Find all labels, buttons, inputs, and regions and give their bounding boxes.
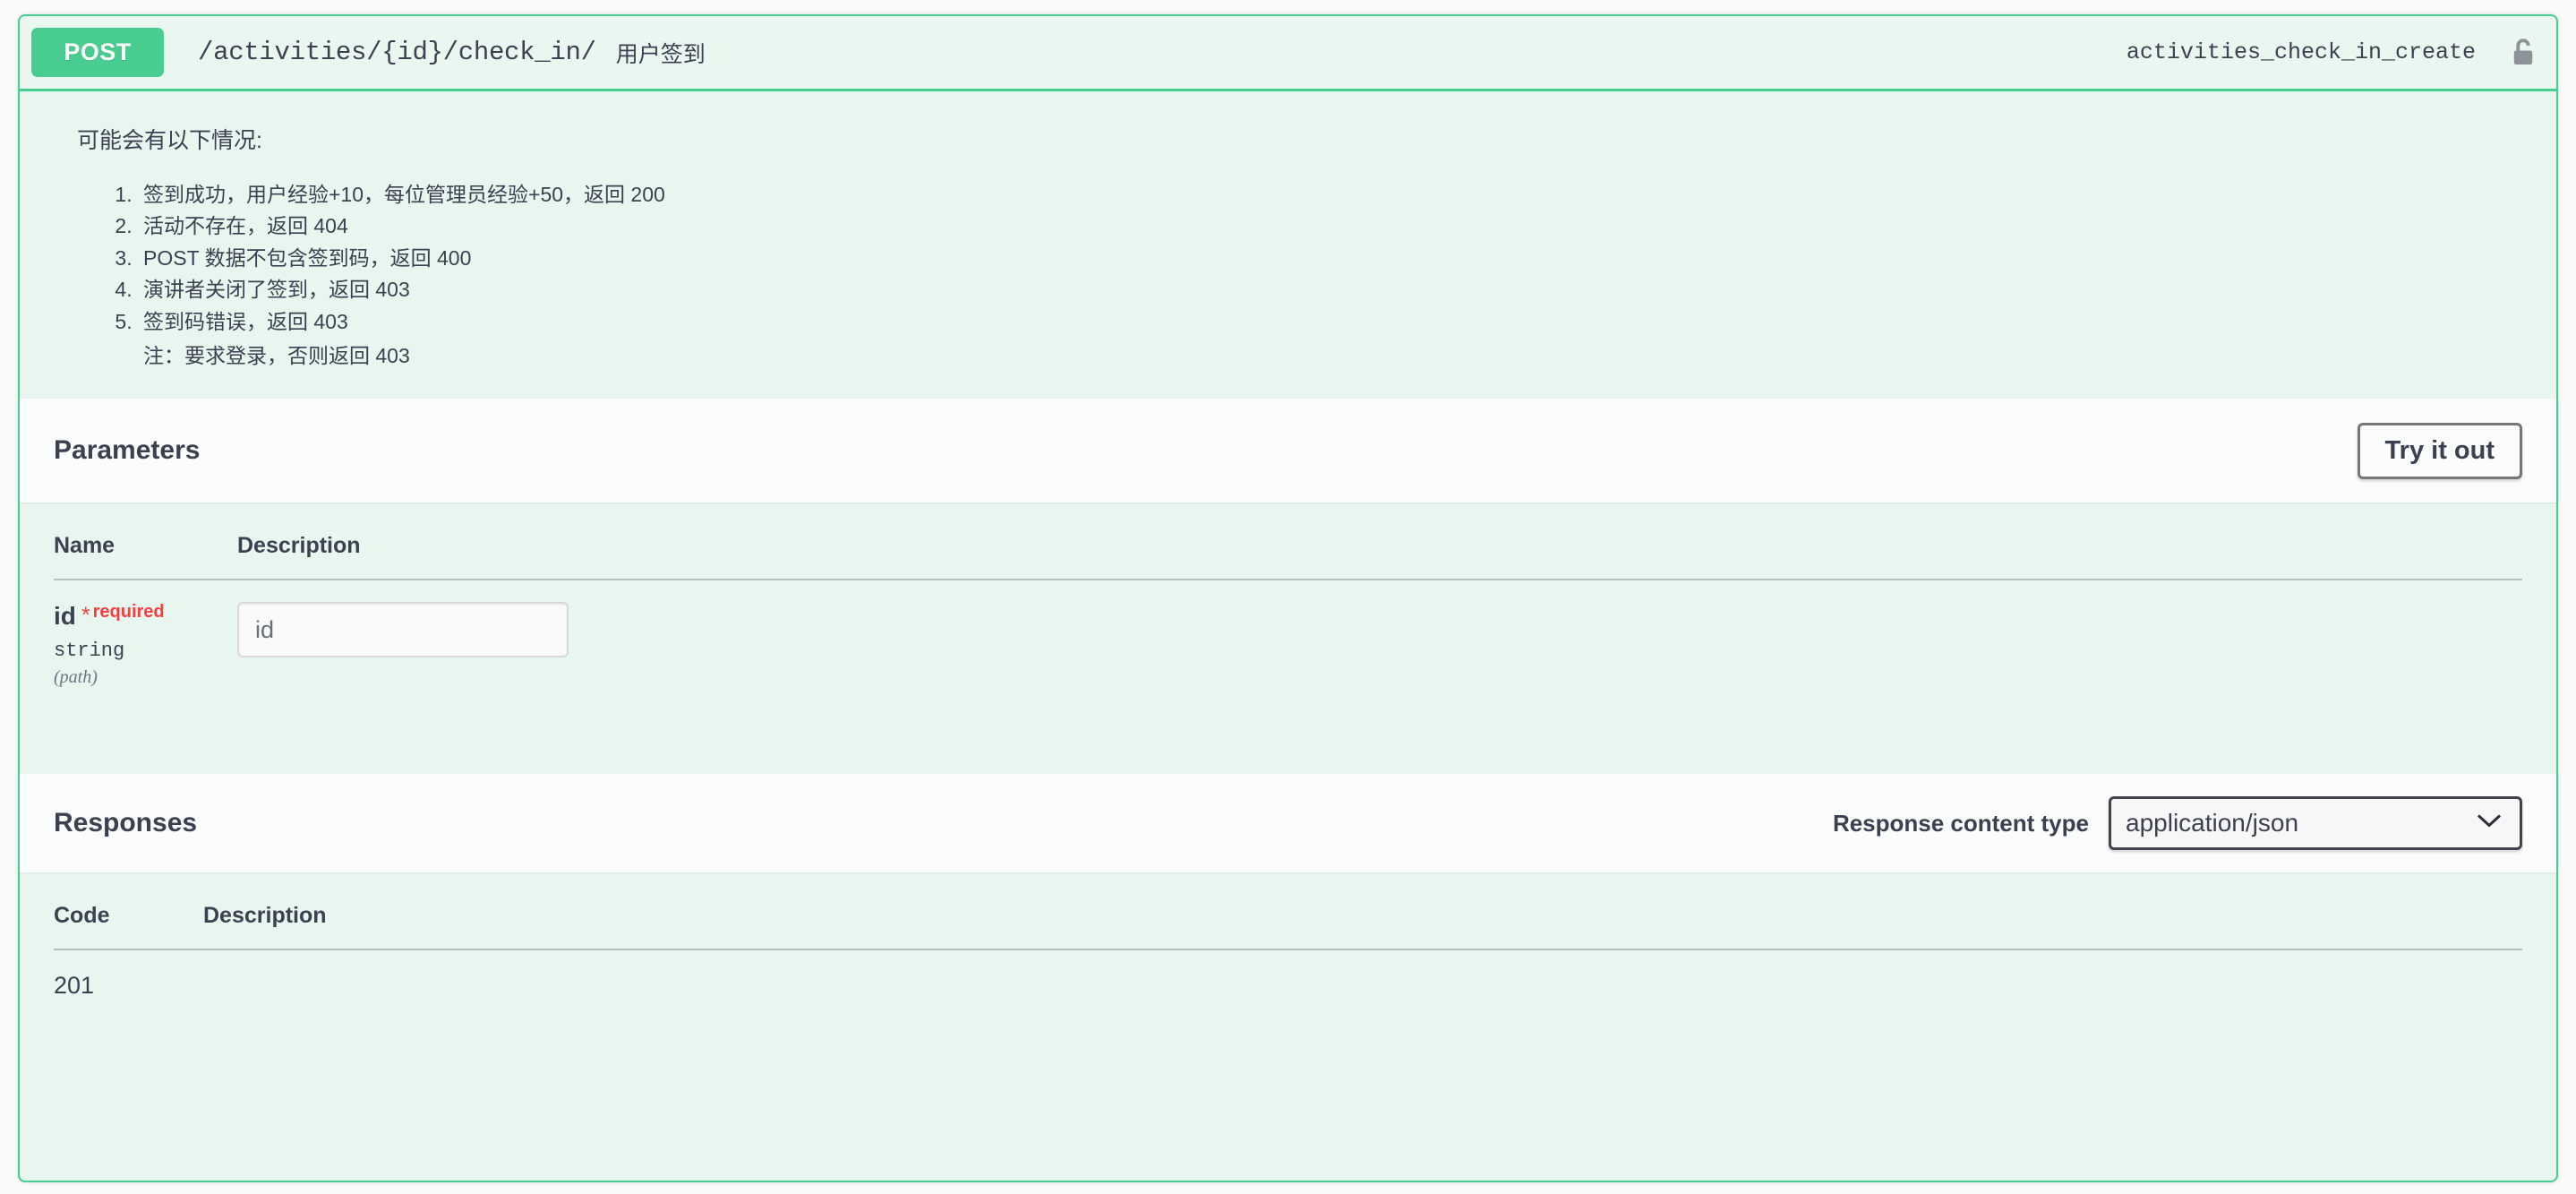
list-item: POST 数据不包含签到码，返回 400 (138, 243, 2556, 275)
parameters-table-wrapper: Name Description id * required string (pat… (20, 503, 2556, 774)
parameter-description-cell (237, 580, 2522, 688)
list-item: 签到成功，用户经验+10，每位管理员经验+50，返回 200 (138, 179, 2556, 211)
column-header-name: Name (54, 503, 237, 581)
parameter-id-input[interactable] (237, 602, 569, 658)
http-method-badge: POST (31, 28, 164, 77)
table-header-row: Name Description (54, 503, 2522, 581)
column-header-code: Code (54, 872, 203, 951)
parameter-name: id (54, 602, 76, 631)
responses-table-wrapper: Code Description 201 (20, 872, 2556, 1000)
response-content-type-group: Response content type application/json (1832, 796, 2522, 851)
required-asterisk: * (81, 603, 90, 629)
opblock-post-activities-check-in: POST /activities/{id}/check_in/ 用户签到 act… (18, 14, 2558, 1182)
table-row: 201 (54, 949, 2522, 1000)
responses-table: Code Description 201 (54, 872, 2522, 1000)
operation-description: 可能会有以下情况: 签到成功，用户经验+10，每位管理员经验+50，返回 200… (20, 91, 2556, 399)
response-content-type-select[interactable]: application/json (2109, 796, 2522, 851)
response-content-type-label: Response content type (1832, 809, 2089, 837)
response-code: 201 (54, 972, 95, 1000)
endpoint-summary: 用户签到 (615, 41, 706, 67)
required-label: required (92, 602, 165, 623)
endpoint-path: /activities/{id}/check_in/ (198, 38, 596, 67)
list-item: 活动不存在，返回 404 (138, 210, 2556, 243)
swagger-operation-page: POST /activities/{id}/check_in/ 用户签到 act… (0, 0, 2576, 1194)
unlocked-padlock-icon[interactable] (2510, 37, 2537, 69)
opblock-summary-header[interactable]: POST /activities/{id}/check_in/ 用户签到 act… (20, 16, 2556, 91)
try-it-out-button[interactable]: Try it out (2357, 422, 2522, 479)
chevron-down-icon (2477, 813, 2502, 834)
parameters-title: Parameters (54, 435, 201, 466)
list-item: 演讲者关闭了签到，返回 403 (138, 274, 2556, 306)
description-list: 签到成功，用户经验+10，每位管理员经验+50，返回 200 活动不存在，返回 … (77, 179, 2556, 373)
description-note: 注：要求登录，否则返回 403 (143, 343, 410, 367)
operation-id: activities_check_in_create (2126, 39, 2476, 65)
parameters-section-header: Parameters Try it out (20, 399, 2556, 503)
parameter-location: (path) (54, 667, 98, 688)
parameter-type: string (54, 640, 125, 663)
column-header-description: Description (237, 503, 2522, 581)
column-header-description: Description (203, 872, 2522, 951)
table-row: id * required string (path) (54, 580, 2522, 688)
list-item: 签到码错误，返回 403 注：要求登录，否则返回 403 (138, 306, 2556, 372)
response-description (203, 949, 2522, 1000)
response-content-type-value: application/json (2126, 809, 2299, 838)
responses-section-header: Responses Response content type applicat… (20, 774, 2556, 873)
parameter-name-cell: id * required string (path) (54, 580, 237, 688)
description-intro: 可能会有以下情况: (77, 128, 262, 153)
table-header-row: Code Description (54, 872, 2522, 951)
parameters-table: Name Description id * required string (pat… (54, 503, 2522, 688)
list-item-text: 签到码错误，返回 403 (143, 310, 348, 334)
responses-title: Responses (54, 808, 198, 838)
